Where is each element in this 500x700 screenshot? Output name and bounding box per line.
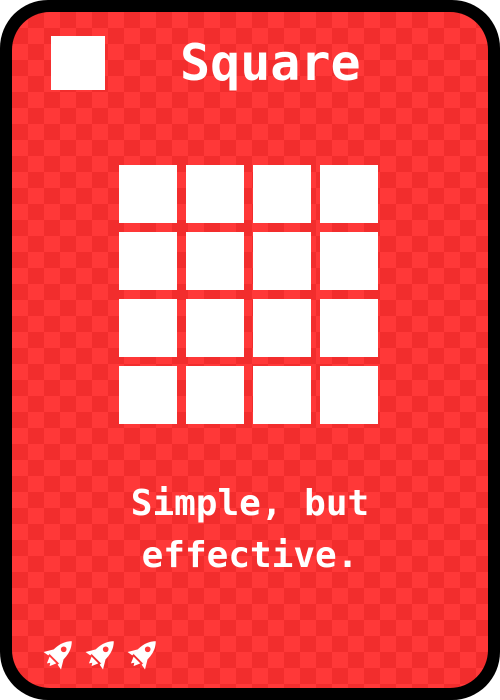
grid-cell	[320, 299, 378, 357]
grid-cell	[320, 165, 378, 223]
grid-cell	[119, 366, 177, 424]
grid-cell	[186, 299, 244, 357]
grid-cell	[186, 232, 244, 290]
flavor-text: Simple, but effective.	[130, 483, 370, 576]
rocket-icon	[85, 641, 114, 670]
grid-cell	[186, 165, 244, 223]
rocket-cost	[40, 632, 162, 676]
grid-cell	[253, 232, 311, 290]
square-icon	[51, 36, 105, 90]
grid-cell	[253, 366, 311, 424]
grid-cell	[119, 299, 177, 357]
card-title: Square	[180, 34, 361, 92]
grid-cell	[186, 366, 244, 424]
rocket-icon	[43, 641, 72, 670]
card-face: Square Simple, but effective.	[12, 12, 488, 688]
grid-cell	[253, 299, 311, 357]
grid-cell	[253, 165, 311, 223]
grid-cell	[119, 165, 177, 223]
card[interactable]: Square Simple, but effective.	[0, 0, 500, 700]
grid-cell	[320, 232, 378, 290]
square-grid-icon	[119, 165, 381, 427]
rocket-icon	[127, 641, 156, 670]
grid-cell	[119, 232, 177, 290]
grid-cell	[320, 366, 378, 424]
